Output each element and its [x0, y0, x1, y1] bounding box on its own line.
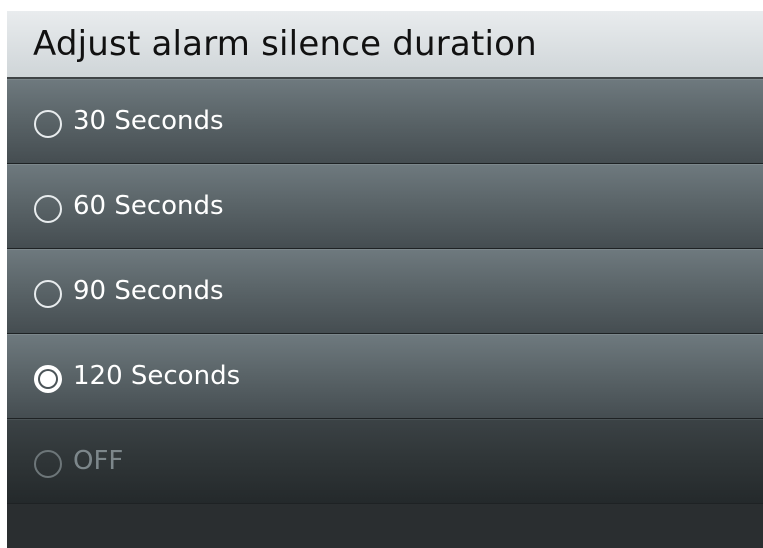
option-30-seconds[interactable]: 30 Seconds: [7, 79, 763, 164]
option-120-seconds[interactable]: 120 Seconds: [7, 334, 763, 419]
option-90-seconds[interactable]: 90 Seconds: [7, 249, 763, 334]
option-60-seconds[interactable]: 60 Seconds: [7, 164, 763, 249]
radio-unchecked-icon[interactable]: [34, 110, 62, 138]
title-bar: Adjust alarm silence duration: [7, 11, 763, 79]
page-title: Adjust alarm silence duration: [33, 24, 537, 64]
option-label: 30 Seconds: [73, 106, 224, 136]
duration-options-list: 30 Seconds 60 Seconds 90 Seconds 120 Sec…: [7, 79, 763, 504]
option-label: OFF: [73, 446, 124, 476]
radio-unchecked-icon[interactable]: [34, 280, 62, 308]
radio-disabled-icon: [34, 450, 62, 478]
option-off: OFF: [7, 419, 763, 504]
radio-unchecked-icon[interactable]: [34, 195, 62, 223]
alarm-silence-screen: Adjust alarm silence duration 30 Seconds…: [7, 11, 763, 548]
option-label: 120 Seconds: [73, 361, 241, 391]
option-label: 60 Seconds: [73, 191, 224, 221]
footer-strip: [7, 504, 763, 548]
option-label: 90 Seconds: [73, 276, 224, 306]
radio-checked-icon[interactable]: [34, 365, 62, 393]
